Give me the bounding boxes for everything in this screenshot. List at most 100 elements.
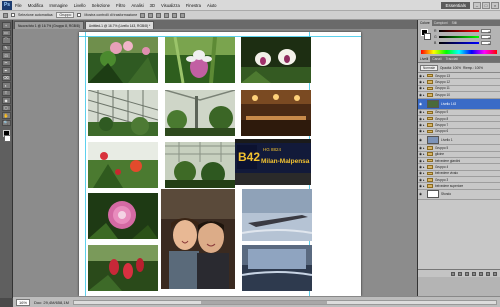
menu-filtro[interactable]: Filtro	[113, 3, 128, 8]
new-group-icon[interactable]	[479, 271, 483, 276]
lasso-tool[interactable]: ⌒	[1, 37, 11, 44]
layer-thumbnail	[427, 190, 439, 199]
photo-white-orchids[interactable]	[241, 37, 311, 83]
close-icon[interactable]: ×	[491, 1, 499, 9]
fill-field[interactable]: Riemp.: 100%	[463, 66, 483, 70]
align-middle-icon[interactable]	[148, 12, 154, 18]
photo-cafe-interior[interactable]	[241, 90, 311, 136]
menu-modifica[interactable]: Modifica	[25, 3, 47, 8]
layer-thumbnail	[427, 135, 439, 144]
hand-tool[interactable]: ✋	[1, 112, 11, 119]
slider-green[interactable]: G0	[434, 35, 491, 40]
layer-mask-icon[interactable]	[465, 271, 469, 276]
photo-orchid-pink[interactable]	[165, 37, 235, 83]
marquee-tool[interactable]: ▭	[1, 29, 11, 36]
auto-select-dropdown[interactable]: Gruppo	[56, 12, 75, 18]
folder-icon	[427, 165, 433, 169]
crop-tool[interactable]: ⊡	[1, 52, 11, 59]
eye-icon[interactable]: ◉	[418, 102, 423, 106]
dodge-tool[interactable]: ◐	[1, 82, 11, 89]
auto-select-checkbox[interactable]	[11, 13, 15, 17]
photo-greenhouse-interior[interactable]	[165, 90, 235, 136]
align-center-icon[interactable]	[172, 12, 178, 18]
shape-tool[interactable]: ▢	[1, 104, 11, 111]
transform-controls-checkbox[interactable]	[77, 13, 82, 17]
menu-finestra[interactable]: Finestra	[183, 3, 204, 8]
photo-greenhouse-roof[interactable]	[88, 90, 158, 136]
zoom-tool[interactable]: 🔍	[1, 119, 11, 126]
tab-canali[interactable]: Canali	[430, 56, 443, 62]
guide-left[interactable]	[85, 32, 86, 296]
menu-immagine[interactable]: Immagine	[46, 3, 70, 8]
brush-tool[interactable]: ✎	[1, 44, 11, 51]
folder-icon	[427, 110, 433, 114]
move-tool[interactable]: +	[1, 22, 11, 29]
photo-red-flowers[interactable]	[88, 142, 158, 188]
minimize-icon[interactable]: –	[473, 1, 481, 9]
bg-color-swatch[interactable]	[424, 33, 431, 40]
tab-tracciati[interactable]: Tracciati	[444, 56, 460, 62]
align-left-icon[interactable]	[164, 12, 170, 18]
layers-footer	[418, 269, 500, 277]
tab-nuova-foto[interactable]: Nuova foto 1 @ 16.7% (Gruppo 8, RGB/8)	[14, 21, 84, 29]
workspace-switcher[interactable]: Essentials	[441, 1, 470, 9]
photo-departure-board[interactable]: B42 HG 8824 Milan-Malpensa	[235, 139, 311, 185]
type-tool[interactable]: T	[1, 89, 11, 96]
layer-style-icon[interactable]	[458, 271, 462, 276]
slider-red[interactable]: R0	[434, 29, 491, 34]
eraser-tool[interactable]: ⌫	[1, 74, 11, 81]
folder-icon	[427, 116, 433, 121]
menu-analisi[interactable]: Analisi	[128, 3, 146, 8]
layer-thumbnail	[427, 99, 439, 108]
photo-greenhouse-plants[interactable]	[165, 142, 235, 188]
layer-row-background[interactable]: ◉ Sfondo	[418, 190, 500, 200]
slider-blue[interactable]: B0	[434, 41, 491, 46]
align-top-icon[interactable]	[140, 12, 146, 18]
folder-icon	[427, 146, 433, 150]
menu-aiuto[interactable]: Aiuto	[204, 3, 220, 8]
folder-icon	[427, 158, 433, 163]
new-layer-icon[interactable]	[486, 271, 490, 276]
move-tool-icon[interactable]	[3, 12, 8, 18]
tab-untitled[interactable]: Untitled-1 @ 16.7% (Livello 143, RGB/8) …	[84, 21, 155, 29]
document-size[interactable]: Doc: 29,4M/658,1M	[34, 300, 69, 305]
menu-visualizza[interactable]: Visualizza	[158, 3, 183, 8]
path-select-tool[interactable]: ◆	[1, 97, 11, 104]
photo-window-view[interactable]	[242, 245, 312, 291]
photo-sky-wing[interactable]	[242, 189, 312, 241]
layer-row-selected[interactable]: ◉ Livello 143	[418, 98, 500, 110]
photo-pink-bloom[interactable]	[88, 193, 158, 239]
eye-icon[interactable]: ◉	[418, 192, 423, 196]
tab-livelli[interactable]: Livelli	[418, 56, 431, 62]
document-area[interactable]: B42 HG 8824 Milan-Malpensa	[13, 29, 417, 296]
eye-icon[interactable]: ◉	[418, 138, 423, 142]
layer-row[interactable]: ◉ Livello 1	[418, 135, 500, 146]
trash-icon[interactable]	[493, 271, 497, 276]
blend-mode-dropdown[interactable]: Normale	[420, 64, 439, 71]
align-bottom-icon[interactable]	[156, 12, 162, 18]
maximize-icon[interactable]: □	[482, 1, 490, 9]
menu-livello[interactable]: Livello	[71, 3, 89, 8]
photo-couple-selfie[interactable]	[161, 189, 235, 289]
photo-red-tulips[interactable]	[88, 245, 158, 291]
slice-tool[interactable]: ✂	[1, 59, 11, 66]
folder-icon	[427, 171, 433, 176]
menu-selezione[interactable]: Selezione	[89, 3, 113, 8]
zoom-level[interactable]: 16%	[16, 298, 31, 306]
scroll-thumb[interactable]	[200, 300, 328, 304]
color-spectrum[interactable]	[421, 50, 497, 54]
horizontal-scrollbar[interactable]	[72, 299, 497, 305]
pen-tool[interactable]: ✒	[1, 67, 11, 74]
menu-3d[interactable]: 3D	[147, 3, 158, 8]
board-destination: Milan-Malpensa	[261, 158, 310, 165]
background-color-swatch[interactable]	[4, 135, 11, 142]
photo-pink-flowers[interactable]	[88, 37, 158, 83]
align-right-icon[interactable]	[180, 12, 186, 18]
link-layers-icon[interactable]	[451, 271, 455, 276]
opacity-field[interactable]: Opacità: 100%	[440, 66, 461, 70]
board-flight-code: B42	[238, 150, 260, 164]
folder-icon	[427, 178, 433, 182]
adjustment-layer-icon[interactable]	[472, 271, 476, 276]
canvas[interactable]: B42 HG 8824 Milan-Malpensa	[79, 32, 361, 296]
menu-file[interactable]: File	[12, 3, 25, 8]
